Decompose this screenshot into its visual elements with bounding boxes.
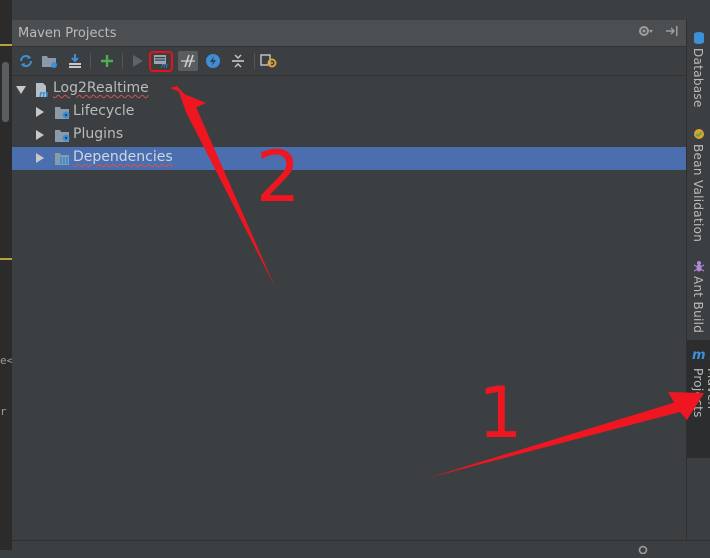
toolbar-separator <box>254 53 255 69</box>
maven-projects-panel: Maven Projects m m Log2Realtime Lifecycl… <box>12 20 686 540</box>
lifecycle-folder-icon <box>54 105 71 124</box>
tab-ant-build[interactable]: Ant Build <box>687 256 710 336</box>
tree-item-dependencies[interactable]: Dependencies <box>12 147 686 170</box>
panel-header: Maven Projects <box>12 20 686 47</box>
tree-item-label: Lifecycle <box>73 103 135 119</box>
tree-item-lifecycle[interactable]: Lifecycle <box>12 101 686 124</box>
tree-item-plugins[interactable]: Plugins <box>12 124 686 147</box>
toggle-offline-mode-icon[interactable] <box>178 51 198 71</box>
tree-item-label: Plugins <box>73 126 124 142</box>
tab-label: Maven Projects <box>691 368 710 418</box>
annotation-highlight-box <box>149 51 173 72</box>
tree-root-label: Log2Realtime <box>53 80 149 96</box>
database-icon <box>693 30 705 49</box>
editor-text-fragment: r <box>0 405 7 418</box>
tab-label: Ant Build <box>691 276 705 334</box>
ant-icon <box>693 258 705 277</box>
download-sources-icon[interactable] <box>65 51 85 71</box>
svg-text:m: m <box>39 90 48 98</box>
right-tool-strip: Database Bean Validation Ant Build m Mav… <box>686 20 710 540</box>
collapse-all-icon[interactable] <box>228 51 248 71</box>
reimport-all-icon[interactable] <box>16 51 36 71</box>
maven-toolbar: m <box>12 47 686 76</box>
tab-bean-validation[interactable]: Bean Validation <box>687 124 710 264</box>
toggle-skip-tests-icon[interactable] <box>203 51 223 71</box>
add-maven-project-icon[interactable] <box>97 51 117 71</box>
editor-marker-line <box>0 258 12 260</box>
expand-arrow-icon[interactable] <box>16 86 26 94</box>
annotation-number-one: 1 <box>478 372 523 454</box>
tab-database[interactable]: Database <box>687 28 710 118</box>
plugins-folder-icon <box>54 128 71 147</box>
expand-arrow-icon[interactable] <box>36 130 44 140</box>
toolbar-separator <box>90 53 91 69</box>
editor-marker-line <box>0 44 12 46</box>
tree-item-label: Dependencies <box>73 149 173 165</box>
generate-sources-icon[interactable] <box>40 51 60 71</box>
expand-arrow-icon[interactable] <box>36 153 44 163</box>
expand-arrow-icon[interactable] <box>36 107 44 117</box>
tab-label: Bean Validation <box>691 144 705 243</box>
bottom-bar <box>12 540 710 555</box>
annotation-number-two: 2 <box>256 136 301 218</box>
hide-panel-icon[interactable] <box>665 24 679 42</box>
tab-maven-projects[interactable]: m Maven Projects <box>687 340 710 458</box>
maven-settings-icon[interactable] <box>259 51 279 71</box>
tab-label: Database <box>691 48 705 108</box>
maven-project-icon: m <box>34 82 50 102</box>
gear-icon[interactable] <box>638 24 654 42</box>
bean-validation-icon <box>693 126 705 145</box>
panel-title: Maven Projects <box>18 26 117 41</box>
toolbar-separator <box>122 53 123 69</box>
dependencies-folder-icon <box>54 151 71 170</box>
gear-icon[interactable] <box>638 539 652 558</box>
run-maven-build-icon[interactable] <box>128 51 148 71</box>
editor-scroll-thumb[interactable] <box>2 62 9 122</box>
maven-icon: m <box>692 348 706 363</box>
top-bar <box>12 0 686 20</box>
tree-root-log2realtime[interactable]: m Log2Realtime <box>12 78 686 101</box>
